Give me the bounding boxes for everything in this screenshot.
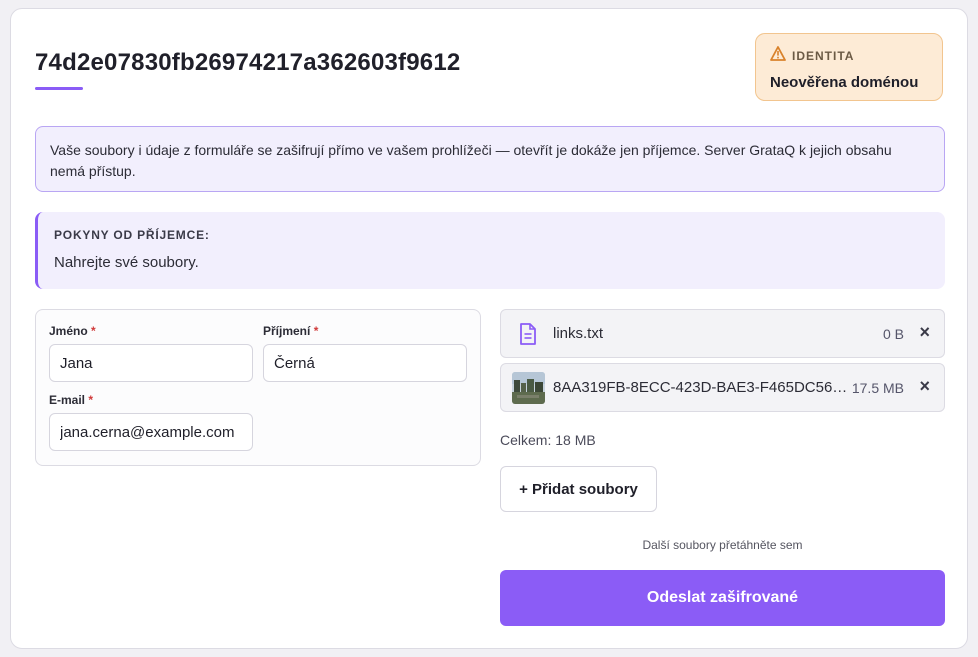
last-name-input[interactable] [263, 344, 467, 382]
file-size: 17.5 MB [851, 380, 904, 396]
drop-hint: Další soubory přetáhněte sem [642, 538, 803, 552]
add-files-button[interactable]: + Přidat soubory [500, 466, 657, 512]
last-name-field: Příjmení * [263, 324, 467, 382]
submit-encrypted-button[interactable]: Odeslat zašifrované [500, 570, 945, 626]
email-input[interactable] [49, 413, 253, 451]
identity-status: Neověřena doménou [770, 74, 919, 91]
page-title: 74d2e07830fb26974217a362603f9612 [35, 49, 461, 76]
email-field: E-mail * [49, 393, 253, 451]
identity-label: IDENTITA [792, 49, 855, 63]
sender-form: Jméno * Příjmení * E-mail * [35, 309, 481, 466]
identity-badge: IDENTITA Neověřena doménou [755, 33, 943, 101]
file-name: 8AA319FB-8ECC-423D-BAE3-F465DC56… [553, 379, 848, 396]
required-mark: * [91, 324, 96, 338]
file-size: 0 B [882, 326, 904, 342]
instructions-title: POKYNY OD PŘÍJEMCE: [54, 228, 210, 242]
total-size: Celkem: 18 MB [500, 432, 596, 448]
required-mark: * [313, 324, 319, 338]
warning-icon [770, 46, 786, 66]
email-label: E-mail [49, 393, 86, 407]
upload-card: 74d2e07830fb26974217a362603f9612 IDENTIT… [10, 8, 968, 649]
first-name-input[interactable] [49, 344, 253, 382]
file-name: links.txt [553, 325, 604, 342]
last-name-label: Příjmení [263, 324, 311, 338]
image-thumbnail [512, 372, 545, 404]
title-underline [35, 87, 83, 90]
first-name-field: Jméno * [49, 324, 253, 382]
required-mark: * [88, 393, 94, 407]
instructions-text: Nahrejte své soubory. [54, 254, 199, 271]
file-item: links.txt 0 B × [500, 309, 945, 358]
remove-file-button[interactable]: × [919, 377, 930, 395]
encryption-notice: Vaše soubory i údaje z formuláře se zaši… [35, 126, 945, 192]
recipient-instructions: POKYNY OD PŘÍJEMCE: Nahrejte své soubory… [35, 212, 945, 289]
first-name-label: Jméno [49, 324, 88, 338]
file-item: 8AA319FB-8ECC-423D-BAE3-F465DC56… 17.5 M… [500, 363, 945, 412]
remove-file-button[interactable]: × [919, 323, 930, 341]
